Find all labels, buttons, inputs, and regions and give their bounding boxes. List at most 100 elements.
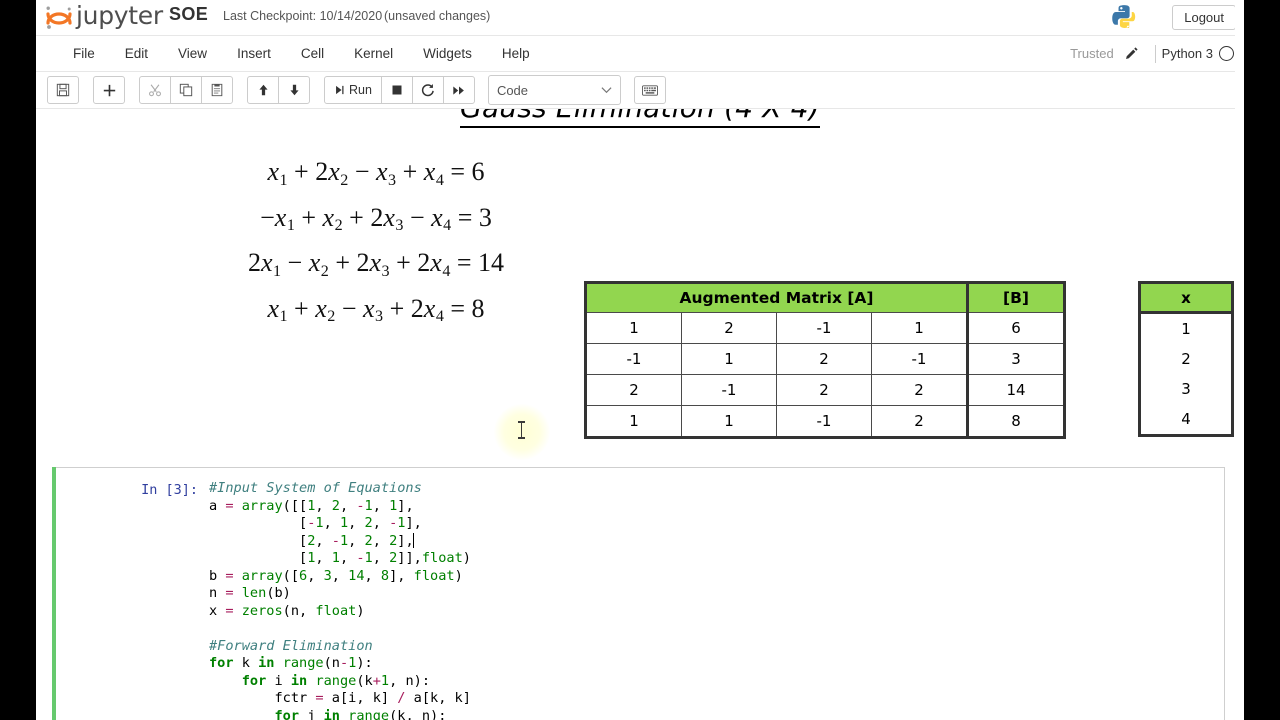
page-title: Gauss Elimination (4 X 4) [460,109,820,128]
cell-b-0: 6 [966,312,1066,344]
cell-type-value: Code [496,82,529,98]
cell-a-1-0: -1 [584,343,682,375]
cell-a-0-1: 2 [681,312,777,344]
page-scrollbar[interactable] [1235,0,1244,720]
keyboard-icon[interactable] [633,76,666,104]
restart-circular-arrow-icon[interactable] [411,76,444,104]
notebook-name[interactable]: SOE [169,4,208,25]
menu-bar: File Edit View Insert Cell Kernel Widget… [36,36,1244,72]
pencil-icon[interactable] [1120,46,1149,61]
cell-a-3-3: 2 [871,405,968,439]
jupyter-header: jupyter SOE Last Checkpoint: 10/14/2020 … [36,0,1244,36]
python-logo-icon [1110,3,1140,33]
cell-a-1-1: 1 [681,343,777,375]
paste-icon[interactable] [201,76,233,104]
checkpoint-status: Last Checkpoint: 10/14/2020 [223,9,383,23]
menu-items: File Edit View Insert Cell Kernel Widget… [58,36,545,71]
cell-a-3-0: 1 [584,405,682,439]
browser-page: jupyter SOE Last Checkpoint: 10/14/2020 … [36,0,1244,720]
jupyter-logo[interactable]: jupyter [44,2,163,32]
cell-a-2-2: 2 [776,374,872,406]
cell-a-2-1: -1 [681,374,777,406]
run-button-label: Run [349,83,372,97]
equation-4: x1 + x2 − x3 + 2x4 = 8 [267,293,485,326]
toolbar-group-save [46,75,80,105]
stop-square-icon[interactable] [380,76,413,104]
menu-item-edit[interactable]: Edit [110,36,163,71]
table-row: 1 [1138,312,1234,344]
logout-button[interactable]: Logout [1172,5,1236,30]
table-row: 2 -1 2 2 14 [584,374,1066,406]
solution-x-table: x 1 2 3 4 [1138,281,1234,437]
cell-a-0-0: 1 [584,312,682,344]
copy-icon[interactable] [170,76,202,104]
chevron-down-icon [601,87,612,94]
markdown-title-cell[interactable]: Gauss Elimination (4 X 4) [36,109,1244,128]
table-header-row: x [1138,281,1234,314]
cell-a-3-2: -1 [776,405,872,439]
equations-block: x1 + 2x2 − x3 + x4 = 6 −x1 + x2 + 2x3 − … [176,157,576,339]
jupyter-logo-text: jupyter [76,1,163,30]
augmented-matrix-table: Augmented Matrix [A] [B] 1 2 -1 1 6 -1 1… [584,281,1066,439]
run-button[interactable]: Run [324,76,382,104]
cell-b-3: 8 [966,405,1066,439]
cell-a-0-2: -1 [776,312,872,344]
menu-item-cell[interactable]: Cell [286,36,339,71]
menu-item-file[interactable]: File [58,36,110,71]
trusted-indicator: Trusted [1070,46,1114,61]
text-caret [412,532,414,548]
jupyter-logo-icon [44,3,74,31]
cell-x-1: 2 [1138,344,1234,374]
scissors-icon[interactable] [139,76,171,104]
header-b: [B] [966,281,1066,313]
save-floppy-icon[interactable] [47,76,79,104]
cell-x-2: 3 [1138,374,1234,404]
header-x: x [1138,281,1234,314]
header-augmented-matrix-a: Augmented Matrix [A] [584,281,968,313]
menu-item-view[interactable]: View [163,36,222,71]
cell-a-3-1: 1 [681,405,777,439]
cell-x-3: 4 [1138,404,1234,437]
equation-3: 2x1 − x2 + 2x3 + 2x4 = 14 [247,248,505,280]
equation-2: −x1 + x2 + 2x3 − x4 = 3 [260,202,492,235]
table-header-row: Augmented Matrix [A] [B] [584,281,1066,313]
toolbar-group-edit [138,75,234,105]
cell-a-2-3: 2 [871,374,968,406]
menu-bar-right: Trusted Python 3 [1064,36,1238,71]
menu-item-help[interactable]: Help [487,36,545,71]
cell-a-0-3: 1 [871,312,968,344]
plus-icon[interactable] [93,76,125,104]
table-row: 1 1 -1 2 8 [584,405,1066,439]
table-row: -1 1 2 -1 3 [584,343,1066,375]
kernel-idle-circle-icon[interactable] [1219,46,1234,61]
notebook-toolbar: Run Code [36,72,1244,109]
toolbar-group-insert [92,75,126,105]
cell-a-1-2: 2 [776,343,872,375]
arrow-up-icon[interactable] [247,76,279,104]
table-row: 4 [1138,404,1234,437]
code-cell[interactable]: In [3]: #Input System of Equations a = a… [56,467,1225,720]
table-row: 1 2 -1 1 6 [584,312,1066,344]
unsaved-changes-status: (unsaved changes) [384,9,491,23]
cell-x-0: 1 [1138,312,1234,344]
screen-letterbox: jupyter SOE Last Checkpoint: 10/14/2020 … [0,0,1280,720]
toolbar-group-shortcuts [633,75,667,105]
cell-b-2: 14 [966,374,1066,406]
equation-1: x1 + 2x2 − x3 + x4 = 6 [267,157,485,189]
run-play-icon [336,85,344,95]
table-row: 3 [1138,374,1234,404]
code-editor[interactable]: #Input System of Equations a = array([[1… [209,480,1218,720]
menu-item-insert[interactable]: Insert [222,36,286,71]
fast-forward-icon[interactable] [442,76,475,104]
cell-a-2-0: 2 [584,374,682,406]
menu-separator [1154,44,1156,63]
cell-type-select[interactable]: Code [487,75,621,105]
cell-b-1: 3 [966,343,1066,375]
cell-execution-prompt: In [3]: [141,482,198,498]
toolbar-group-move [246,75,311,105]
menu-item-widgets[interactable]: Widgets [408,36,487,71]
kernel-name-label: Python 3 [1161,46,1213,61]
menu-item-kernel[interactable]: Kernel [339,36,408,71]
cell-a-1-3: -1 [871,343,968,375]
arrow-down-icon[interactable] [278,76,310,104]
